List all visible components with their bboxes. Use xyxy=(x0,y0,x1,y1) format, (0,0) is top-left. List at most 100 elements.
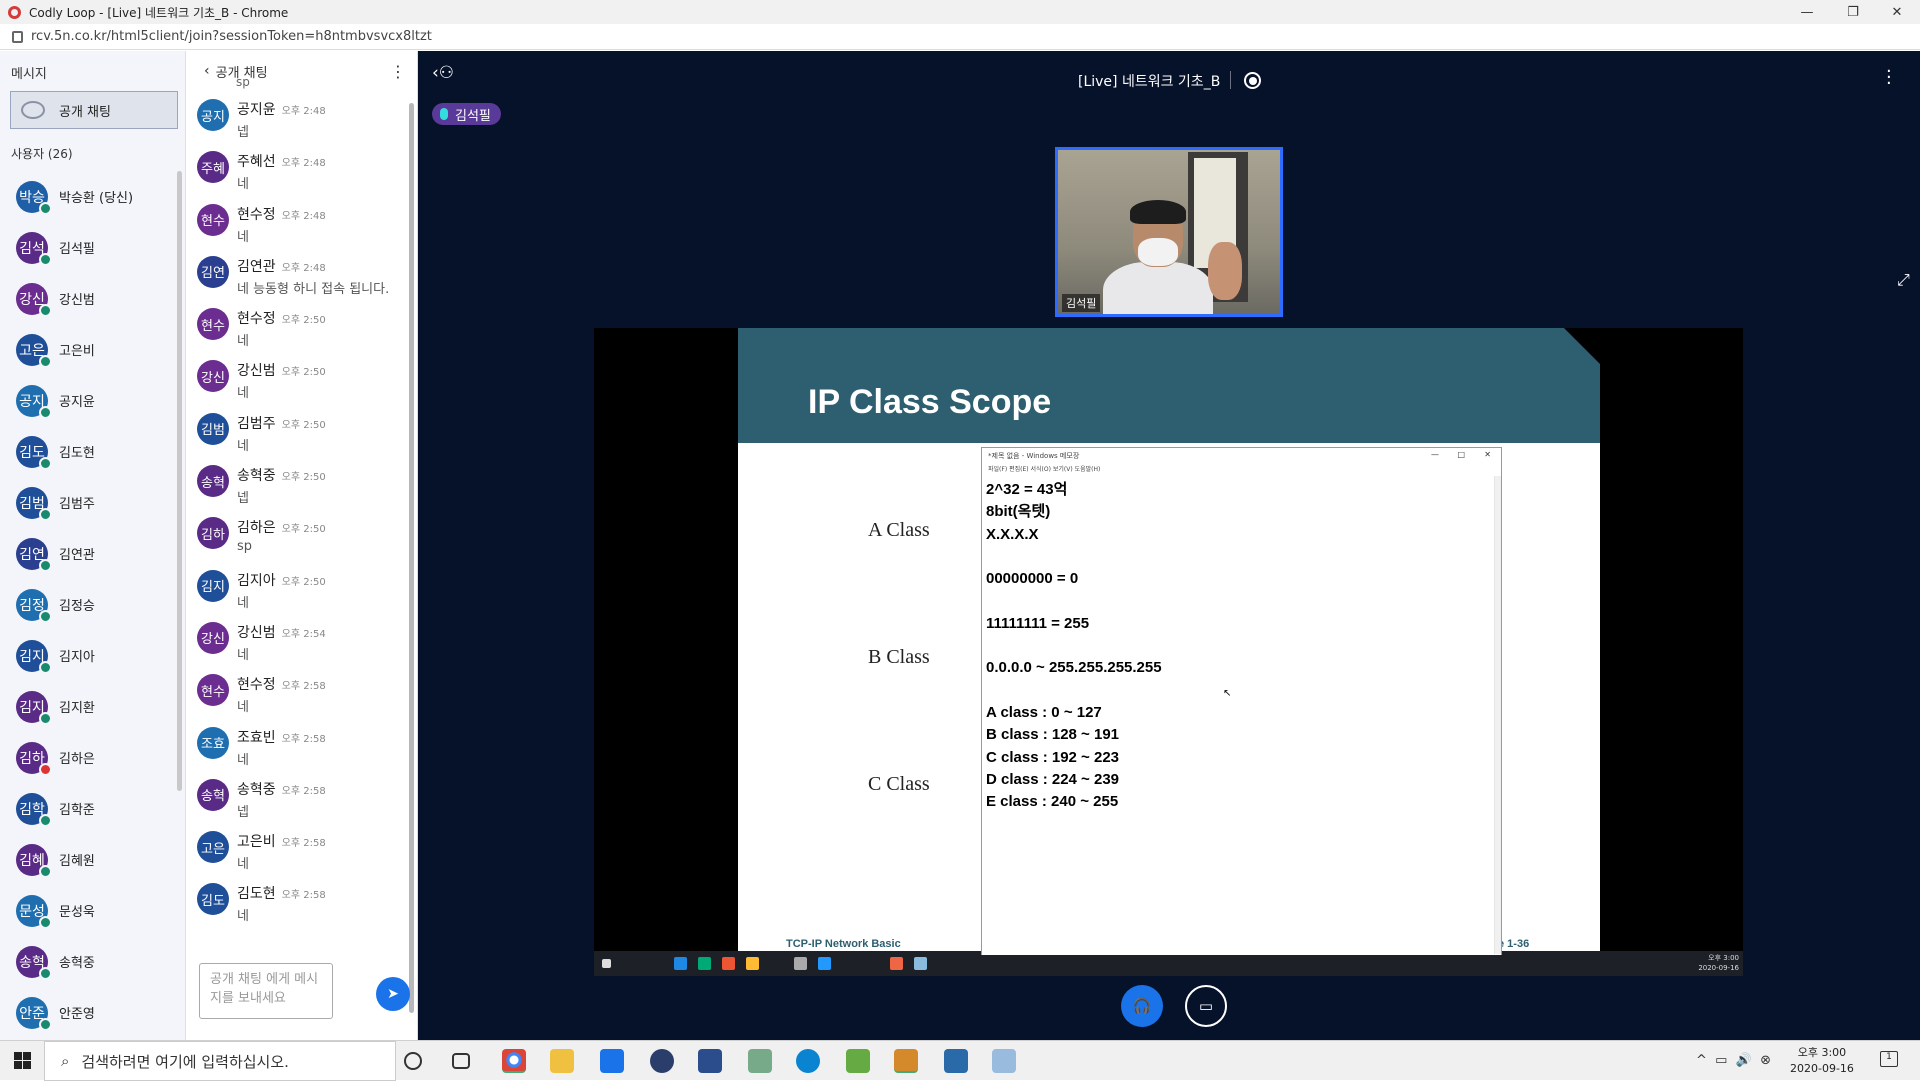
user-list-item[interactable]: 박승 박승환 (당신) xyxy=(0,171,180,222)
user-list-item[interactable]: 문성 문성욱 xyxy=(0,885,180,936)
avatar-initials: 김하 xyxy=(201,527,225,543)
avatar-initials: 강신 xyxy=(201,632,225,648)
webcam-video[interactable]: 김석필 xyxy=(1055,147,1283,317)
avatar: 김범 xyxy=(197,412,229,445)
meeting-title: [Live] 네트워크 기초_B xyxy=(1078,74,1221,90)
url-text[interactable]: rcv.5n.co.kr/html5client/join?sessionTok… xyxy=(31,29,432,44)
user-list-item[interactable]: 김정 김정승 xyxy=(0,579,180,630)
notepad-titlebar: *제목 없음 - Windows 메모장 — □ ✕ xyxy=(982,448,1501,464)
task-view-icon[interactable] xyxy=(452,1053,470,1069)
avatar: 조효 xyxy=(197,726,229,759)
chrome-taskbar-icon[interactable] xyxy=(502,1049,526,1073)
more-options-icon[interactable]: ⋮ xyxy=(390,62,406,81)
paint-icon[interactable] xyxy=(992,1049,1016,1073)
class-a-label: A Class xyxy=(868,519,930,541)
user-panel-toggle-icon[interactable]: ‹⚇ xyxy=(432,63,454,83)
avatar: 박승 xyxy=(16,180,52,215)
avatar: 송혁 xyxy=(197,778,229,811)
codly-loop-icon[interactable] xyxy=(894,1049,918,1073)
notepad-maximize-button[interactable]: □ xyxy=(1457,450,1465,459)
edge-taskbar-icon[interactable] xyxy=(796,1049,820,1073)
start-icon xyxy=(602,959,611,968)
message-text: 네 xyxy=(237,909,249,925)
user-name: 박승환 (당신) xyxy=(59,191,134,206)
user-name: 김석필 xyxy=(59,242,95,257)
user-name: 김도현 xyxy=(59,446,95,461)
message-author: 송혁중 xyxy=(237,781,276,798)
message-time: 오후 2:58 xyxy=(281,733,326,745)
sidebar-scrollbar[interactable] xyxy=(177,171,182,791)
file-explorer-icon[interactable] xyxy=(550,1049,574,1073)
avatar: 현수 xyxy=(197,308,229,341)
user-name: 문성욱 xyxy=(59,905,95,920)
windows-start-icon[interactable] xyxy=(14,1052,31,1069)
user-list-item[interactable]: 김지 김지환 xyxy=(0,681,180,732)
app-stack-icon[interactable] xyxy=(846,1049,870,1073)
taskbar-search-input[interactable]: ⌕ 검색하려면 여기에 입력하십시오. xyxy=(44,1041,396,1081)
message-author: 고은비 xyxy=(237,834,276,851)
notepad-menu[interactable]: 파일(F) 편집(E) 서식(O) 보기(V) 도움말(H) xyxy=(982,464,1501,475)
system-clock[interactable]: 오후 3:00 2020-09-16 xyxy=(1790,1045,1854,1077)
title-divider xyxy=(1230,71,1231,89)
browser-titlebar: Codly Loop - [Live] 네트워크 기초_B - Chrome —… xyxy=(0,0,1920,24)
address-bar[interactable]: rcv.5n.co.kr/html5client/join?sessionTok… xyxy=(0,24,1920,50)
send-icon[interactable]: ➤ xyxy=(376,977,410,1011)
user-list-item[interactable]: 안준 안준영 xyxy=(0,987,180,1038)
powerpoint-icon xyxy=(890,957,903,970)
headphones-icon[interactable]: 🎧 xyxy=(1121,985,1163,1027)
close-button[interactable]: ✕ xyxy=(1874,0,1920,24)
more-options-icon[interactable]: · · · xyxy=(1886,63,1892,93)
visual-studio-icon[interactable] xyxy=(698,1049,722,1073)
notification-icon[interactable]: 1 xyxy=(1880,1051,1898,1067)
user-list-item[interactable]: 송혁 송혁중 xyxy=(0,936,180,987)
chat-scrollbar[interactable] xyxy=(409,103,414,1013)
user-list-item[interactable]: 고은 고은비 xyxy=(0,324,180,375)
record-icon[interactable] xyxy=(1244,72,1261,89)
user-list-item[interactable]: 김도 김도현 xyxy=(0,426,180,477)
public-chat-button[interactable]: 공개 채팅 xyxy=(10,91,178,129)
maximize-button[interactable]: ❐ xyxy=(1830,0,1876,24)
notepad-window[interactable]: *제목 없음 - Windows 메모장 — □ ✕ 파일(F) 편집(E) 서… xyxy=(981,447,1502,955)
avatar: 송혁 xyxy=(197,465,229,498)
windows-taskbar: ⌕ 검색하려면 여기에 입력하십시오. ^ ▭ 🔊 ⊗ 오후 3:00 2020… xyxy=(0,1040,1920,1081)
message-author: 김연관 xyxy=(237,258,276,275)
system-tray[interactable]: ^ ▭ 🔊 ⊗ xyxy=(1696,1053,1771,1068)
notepad-text[interactable]: 2^32 = 43억 8bit(옥텟) X.X.X.X 00000000 = 0… xyxy=(982,475,1501,813)
user-list-item[interactable]: 공지 공지윤 xyxy=(0,375,180,426)
avatar: 강신 xyxy=(197,621,229,654)
minimize-button[interactable]: — xyxy=(1784,0,1830,24)
chat-message: 공지 공지윤 오후 2:48 넵 xyxy=(187,91,407,143)
chevron-left-icon[interactable]: ‹ xyxy=(204,63,210,79)
chat-input[interactable]: 공개 채팅 에게 메시지를 보내세요 xyxy=(199,963,333,1019)
notepad-scrollbar[interactable] xyxy=(1494,476,1501,954)
mouse-cursor: ↖ xyxy=(1223,688,1232,699)
message-author: 김지아 xyxy=(237,572,276,589)
eclipse-icon[interactable] xyxy=(650,1049,674,1073)
slide-page-number: e 1-36 xyxy=(1498,938,1530,950)
user-list-item[interactable]: 김지 김지아 xyxy=(0,630,180,681)
class-b-label: B Class xyxy=(868,646,930,668)
mail-taskbar-icon[interactable] xyxy=(600,1049,624,1073)
codly-app-icon[interactable] xyxy=(944,1049,968,1073)
message-author: 조효빈 xyxy=(237,729,276,746)
notepad-minimize-button[interactable]: — xyxy=(1431,450,1439,459)
avatar: 현수 xyxy=(197,203,229,236)
message-time: 오후 2:50 xyxy=(281,367,326,379)
media-app-icon[interactable] xyxy=(748,1049,772,1073)
user-list-item[interactable]: 김연 김연관 xyxy=(0,528,180,579)
video-off-icon[interactable]: ▭ xyxy=(1185,985,1227,1027)
avatar-initials: 고은 xyxy=(201,841,225,857)
user-list-item[interactable]: 김혜 김혜원 xyxy=(0,834,180,885)
notepad-close-button[interactable]: ✕ xyxy=(1484,450,1491,459)
user-list-item[interactable]: 김하 김하은 xyxy=(0,732,180,783)
message-time: 오후 2:50 xyxy=(281,472,326,484)
cortana-icon[interactable] xyxy=(404,1052,422,1070)
message-text: sp xyxy=(237,539,253,555)
fullscreen-icon[interactable]: ⤢ xyxy=(1897,270,1910,290)
user-list-item[interactable]: 김학 김학준 xyxy=(0,783,180,834)
user-list-item[interactable]: 강신 강신범 xyxy=(0,273,180,324)
user-list-item[interactable]: 김석 김석필 xyxy=(0,222,180,273)
user-list-item[interactable]: 김범 김범주 xyxy=(0,477,180,528)
chat-message: 김지 김지아 오후 2:50 네 xyxy=(187,562,407,614)
status-dot-icon xyxy=(39,864,52,878)
